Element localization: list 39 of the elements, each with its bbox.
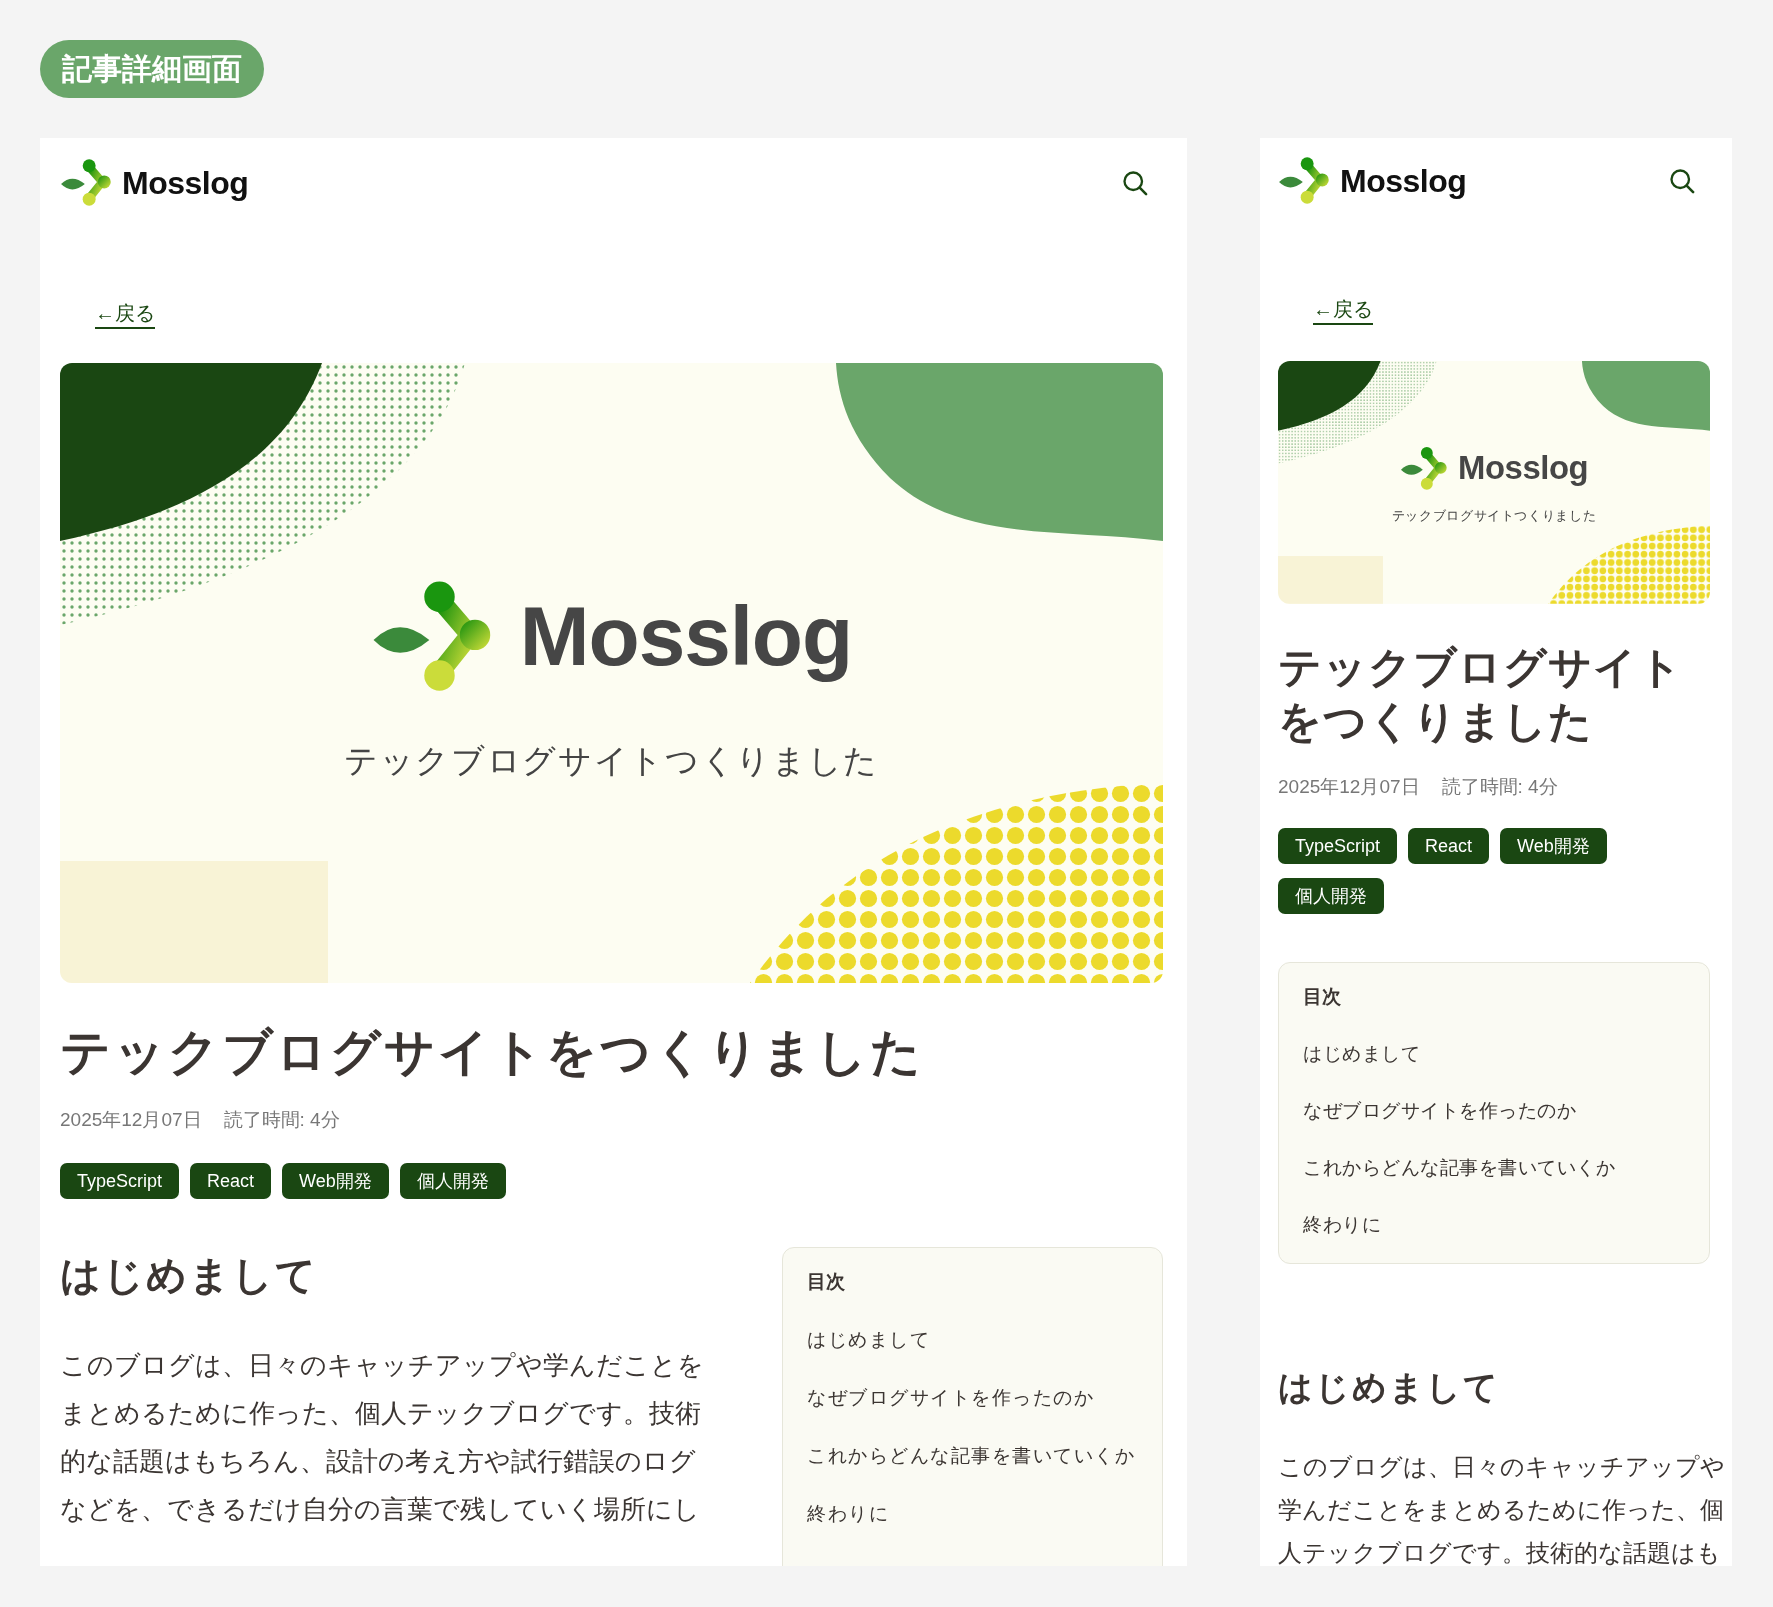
body-paragraph: このブログは、日々のキャッチアップや学んだことをまとめるために作った、個人テックブログです。技術的な話題はもちろん、設計の考え方や試行錯誤のログなどを、できるだけ自分の言葉で残していく場所にし: [60, 1349, 705, 1526]
logo-text[interactable]: Mosslog: [122, 164, 249, 202]
back-link[interactable]: ←戻る: [1313, 296, 1373, 325]
tag-chip[interactable]: TypeScript: [1278, 827, 1398, 864]
toc-link[interactable]: これからどんな記事を書いていくか: [807, 1443, 1138, 1468]
article-title: テックブログサイトをつくりました: [1278, 641, 1684, 747]
back-link[interactable]: ←戻る: [95, 300, 155, 329]
tag-chip[interactable]: 個人開発: [399, 1163, 506, 1199]
publish-date: 2025年12月07日: [60, 1108, 202, 1132]
banner-logo-text: Mosslog: [1458, 451, 1589, 485]
tag-chip[interactable]: React: [1408, 827, 1490, 864]
tag-chip[interactable]: Web開発: [1500, 827, 1607, 864]
toc-link[interactable]: 終わりに: [807, 1501, 1138, 1526]
logo-text[interactable]: Mosslog: [1340, 162, 1467, 200]
toc-link[interactable]: なぜブログサイトを作ったのか: [807, 1385, 1138, 1410]
publish-date: 2025年12月07日: [1278, 774, 1420, 799]
banner-caption: テックブログサイトつくりました: [1391, 508, 1597, 526]
section-heading: はじめまして: [60, 1252, 319, 1299]
toc-link[interactable]: 終わりに: [1303, 1211, 1685, 1237]
banner-caption: テックブログサイトつくりました: [344, 741, 879, 782]
tag-chip[interactable]: Web開発: [282, 1163, 389, 1199]
tag-chip[interactable]: 個人開発: [1278, 877, 1384, 914]
toc-link[interactable]: これからどんな記事を書いていくか: [1303, 1154, 1685, 1180]
screen-label: 記事詳細画面: [40, 40, 264, 98]
banner-logo-text: Mosslog: [519, 595, 853, 680]
section-heading: はじめまして: [1278, 1366, 1501, 1408]
reading-time: 読了時間: 4分: [1441, 774, 1558, 799]
tag-chip[interactable]: React: [190, 1163, 272, 1199]
toc-link[interactable]: はじめまして: [1303, 1040, 1685, 1066]
toc-title: 目次: [1303, 984, 1342, 1009]
reading-time: 読了時間: 4分: [223, 1108, 340, 1132]
search-icon[interactable]: [1121, 169, 1149, 197]
toc-link[interactable]: はじめまして: [807, 1327, 1138, 1352]
article-title: テックブログサイトをつくりました: [60, 1023, 925, 1082]
toc-title: 目次: [807, 1270, 846, 1294]
tag-chip[interactable]: TypeScript: [60, 1163, 180, 1199]
search-icon[interactable]: [1668, 167, 1696, 195]
body-paragraph: このブログは、日々のキャッチアップや学んだことをまとめるために作った、個人テックブログです。技術的な話題はも: [1278, 1452, 1726, 1566]
toc-link[interactable]: なぜブログサイトを作ったのか: [1303, 1097, 1685, 1123]
